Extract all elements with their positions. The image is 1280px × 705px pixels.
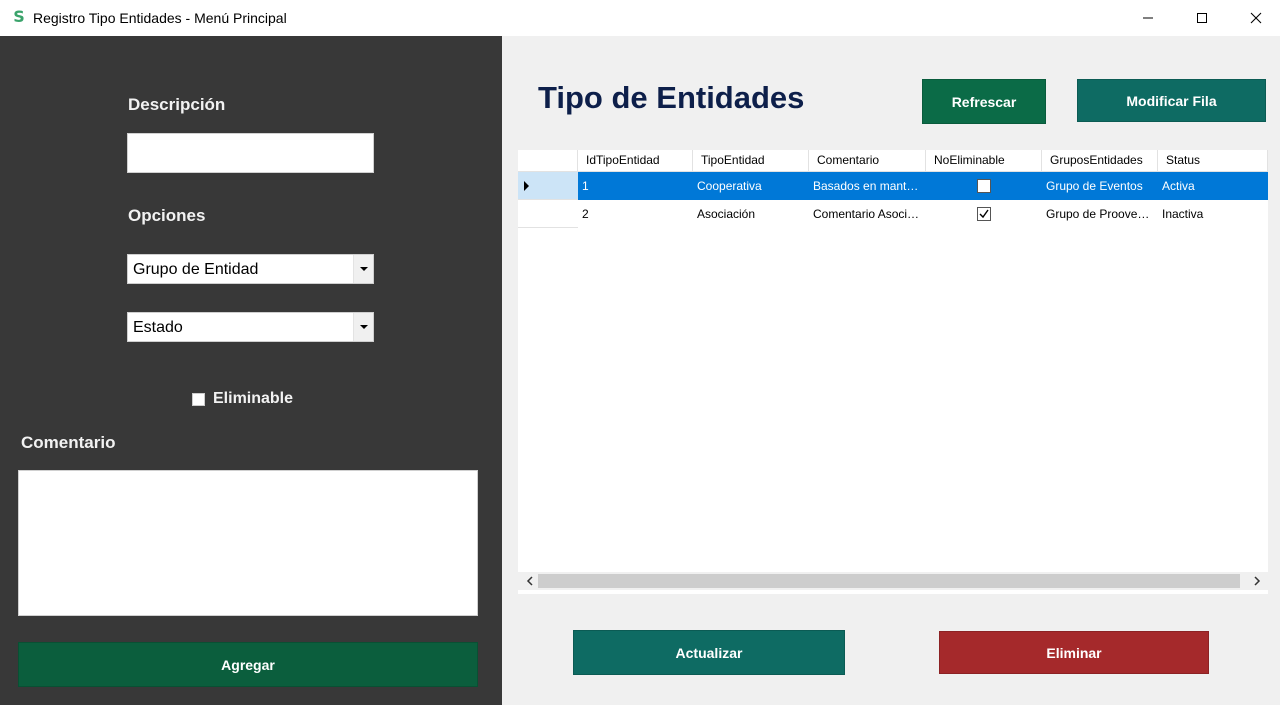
row-header[interactable] <box>518 172 578 200</box>
grupo-entidad-select-value: Grupo de Entidad <box>133 261 259 278</box>
table-cell[interactable]: 1 <box>578 172 693 200</box>
entidades-grid[interactable]: IdTipoEntidad TipoEntidad Comentario NoE… <box>518 150 1268 594</box>
scroll-left-icon[interactable] <box>522 572 536 590</box>
eliminable-label: Eliminable <box>213 390 294 407</box>
minimize-icon <box>1143 17 1153 19</box>
chevron-down-icon[interactable] <box>353 255 373 283</box>
column-header[interactable]: NoEliminable <box>926 150 1042 172</box>
no-eliminable-checkbox[interactable] <box>977 207 991 221</box>
eliminable-checkbox[interactable] <box>192 392 205 406</box>
row-header-corner <box>518 150 578 172</box>
refrescar-button[interactable]: Refrescar <box>922 79 1046 124</box>
page-title: Tipo de Entidades <box>538 80 805 115</box>
maximize-icon <box>1197 13 1207 23</box>
table-cell[interactable]: Comentario Asoci… <box>809 200 926 228</box>
actualizar-button[interactable]: Actualizar <box>573 630 845 675</box>
table-cell[interactable]: 2 <box>578 200 693 228</box>
checkmark-icon <box>979 209 989 219</box>
estado-select[interactable]: Estado <box>127 312 374 342</box>
table-cell[interactable]: Basados en mant… <box>809 172 926 200</box>
opciones-label: Opciones <box>128 206 206 225</box>
table-cell[interactable]: Grupo de Eventos <box>1042 172 1158 200</box>
column-header[interactable]: GruposEntidades <box>1042 150 1158 172</box>
eliminable-checkbox-wrap[interactable]: Eliminable <box>192 390 293 408</box>
window-title: Registro Tipo Entidades - Menú Principal <box>33 10 287 26</box>
maximize-button[interactable] <box>1175 0 1229 36</box>
table-cell[interactable]: Cooperativa <box>693 172 809 200</box>
close-button[interactable] <box>1229 0 1280 36</box>
close-icon <box>1250 12 1262 24</box>
estado-select-value: Estado <box>133 319 183 336</box>
table-cell[interactable]: Grupo de Proove… <box>1042 200 1158 228</box>
chevron-down-icon[interactable] <box>353 313 373 341</box>
column-header[interactable]: Status <box>1158 150 1268 172</box>
column-header[interactable]: Comentario <box>809 150 926 172</box>
column-header[interactable]: IdTipoEntidad <box>578 150 693 172</box>
grid-header: IdTipoEntidad TipoEntidad Comentario NoE… <box>518 150 1268 172</box>
title-bar: S Registro Tipo Entidades - Menú Princip… <box>0 0 1280 36</box>
minimize-button[interactable] <box>1121 0 1175 36</box>
descripcion-input[interactable] <box>127 133 374 173</box>
horizontal-scrollbar[interactable] <box>518 572 1268 590</box>
comentario-label: Comentario <box>21 433 116 452</box>
main-panel: Tipo de Entidades Refrescar Modificar Fi… <box>502 36 1280 705</box>
scrollbar-thumb[interactable] <box>538 574 1240 588</box>
current-row-icon <box>524 181 529 191</box>
form-panel: Descripción Opciones Grupo de Entidad Es… <box>0 36 502 705</box>
descripcion-label: Descripción <box>128 95 226 114</box>
comentario-textarea[interactable] <box>18 470 478 616</box>
app-logo-icon: S <box>13 7 25 26</box>
scroll-right-icon[interactable] <box>1250 572 1264 590</box>
grupo-entidad-select[interactable]: Grupo de Entidad <box>127 254 374 284</box>
table-cell[interactable]: Asociación <box>693 200 809 228</box>
column-header[interactable]: TipoEntidad <box>693 150 809 172</box>
eliminar-button[interactable]: Eliminar <box>939 631 1209 674</box>
row-header[interactable] <box>518 200 578 228</box>
no-eliminable-checkbox[interactable] <box>977 179 991 193</box>
table-row[interactable]: 2 Asociación Comentario Asoci… Grupo de … <box>518 200 1268 228</box>
table-cell[interactable]: Activa <box>1158 172 1268 200</box>
table-row[interactable]: 1 Cooperativa Basados en mant… Grupo de … <box>518 172 1268 200</box>
table-cell[interactable]: Inactiva <box>1158 200 1268 228</box>
agregar-button[interactable]: Agregar <box>18 642 478 687</box>
modificar-fila-button[interactable]: Modificar Fila <box>1077 79 1266 122</box>
